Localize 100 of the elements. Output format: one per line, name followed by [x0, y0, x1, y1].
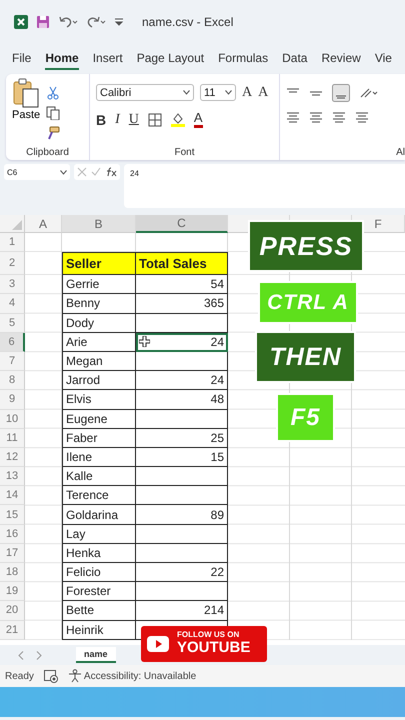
row-header[interactable]: 12 [0, 448, 25, 468]
row-header[interactable]: 2 [0, 252, 25, 276]
table-cell[interactable] [136, 486, 228, 506]
row-header[interactable]: 1 [0, 233, 25, 252]
ribbon-tab[interactable]: Formulas [218, 48, 268, 70]
table-cell: Bette [62, 601, 136, 621]
table-cell[interactable] [136, 314, 228, 333]
table-cell: Megan [62, 352, 136, 372]
cursor-icon [139, 336, 150, 348]
column-header[interactable]: F [366, 215, 405, 233]
table-cell: Arie [62, 332, 136, 352]
table-cell: Kalle [62, 467, 136, 486]
table-cell: Felicio [62, 563, 136, 582]
format-painter-icon[interactable] [46, 126, 60, 140]
badge-text: YOUTUBE [177, 640, 250, 657]
name-box[interactable]: C6 [4, 164, 70, 180]
table-cell[interactable]: 89 [136, 505, 228, 525]
row-header[interactable]: 5 [0, 314, 25, 333]
row-header[interactable]: 8 [0, 371, 25, 390]
table-cell[interactable]: 214 [136, 601, 228, 621]
table-cell: Eugene [62, 410, 136, 429]
font-size-dropdown[interactable]: 11 [200, 84, 236, 101]
column-header[interactable]: C [136, 215, 228, 233]
row-header[interactable]: 9 [0, 390, 25, 410]
row-header[interactable]: 3 [0, 275, 25, 294]
ribbon-tab[interactable]: Home [45, 48, 79, 70]
cut-icon[interactable] [46, 86, 60, 100]
italic-button[interactable]: I [115, 112, 120, 128]
row-header[interactable]: 19 [0, 582, 25, 602]
excel-logo-icon [14, 15, 28, 29]
paste-button[interactable]: Paste [12, 78, 40, 147]
table-cell[interactable]: 22 [136, 563, 228, 582]
table-cell[interactable]: 15 [136, 448, 228, 468]
ribbon-tab[interactable]: Vie [374, 48, 392, 70]
table-cell[interactable] [136, 582, 228, 602]
table-cell[interactable]: 24 [136, 332, 228, 352]
copy-icon[interactable] [46, 106, 60, 120]
row-header[interactable]: 10 [0, 410, 25, 429]
borders-icon[interactable] [148, 112, 162, 126]
row-header[interactable]: 15 [0, 505, 25, 525]
table-cell[interactable] [136, 352, 228, 372]
bottom-align-icon[interactable] [332, 84, 350, 102]
row-header[interactable]: 4 [0, 294, 25, 314]
column-header[interactable]: B [62, 215, 136, 233]
table-cell: Total Sales [136, 252, 228, 276]
sheet-tab[interactable]: name [76, 647, 116, 663]
table-cell[interactable] [136, 524, 228, 544]
center-icon[interactable] [309, 112, 323, 124]
underline-button[interactable]: U [128, 112, 139, 128]
customize-menu-icon[interactable] [114, 17, 124, 27]
caption-label: CTRL A [258, 281, 358, 324]
table-cell[interactable] [136, 410, 228, 429]
row-header[interactable]: 13 [0, 467, 25, 486]
table-cell: Heinrik [62, 620, 136, 640]
table-cell: Jarrod [62, 371, 136, 390]
decrease-indent-icon[interactable] [355, 112, 369, 124]
row-header[interactable]: 18 [0, 563, 25, 582]
ribbon-tab[interactable]: Insert [92, 48, 123, 70]
redo-icon[interactable] [86, 15, 106, 29]
row-header[interactable]: 20 [0, 601, 25, 621]
caption-label: F5 [276, 393, 335, 442]
table-cell[interactable]: 365 [136, 294, 228, 314]
row-header[interactable]: 17 [0, 544, 25, 563]
macro-recorder-icon[interactable] [44, 670, 58, 682]
font-name-dropdown[interactable]: Calibri [96, 84, 194, 101]
paste-icon [13, 78, 40, 108]
table-cell[interactable]: 48 [136, 390, 228, 410]
table-cell: Ilene [62, 448, 136, 468]
orientation-icon[interactable] [359, 87, 379, 99]
ribbon-tab[interactable]: Page Layout [136, 48, 204, 70]
formula-field[interactable]: 24 [124, 164, 405, 208]
grow-font-button[interactable]: A [242, 84, 252, 100]
row-header[interactable]: 21 [0, 620, 25, 640]
row-header[interactable]: 16 [0, 524, 25, 544]
group-label: Al [395, 147, 405, 158]
insert-function-icon[interactable] [105, 167, 117, 177]
accessibility-icon[interactable] [68, 669, 82, 683]
ribbon-tab[interactable]: Review [321, 48, 361, 70]
save-icon[interactable] [36, 15, 50, 29]
window-title: name.csv - Excel [142, 15, 234, 29]
table-cell[interactable]: 25 [136, 428, 228, 448]
table-cell[interactable]: 24 [136, 371, 228, 390]
follow-us-toast[interactable]: FOLLOW US ON YOUTUBE [141, 626, 267, 662]
undo-icon[interactable] [58, 15, 78, 29]
table-cell[interactable] [136, 467, 228, 486]
ribbon-tab[interactable]: File [12, 48, 32, 70]
align-left-icon[interactable] [286, 112, 300, 124]
table-cell: Terence [62, 486, 136, 506]
ribbon-tab[interactable]: Data [282, 48, 308, 70]
align-right-icon[interactable] [332, 112, 346, 124]
row-header[interactable]: 14 [0, 486, 25, 506]
status-text[interactable]: Accessibility: Unavailable [84, 670, 196, 682]
table-cell[interactable] [136, 544, 228, 563]
row-header[interactable]: 7 [0, 352, 25, 372]
shrink-font-button[interactable]: A [258, 84, 268, 100]
table-cell[interactable]: 54 [136, 275, 228, 294]
font-color-button[interactable]: A [194, 111, 203, 128]
row-header[interactable]: 11 [0, 428, 25, 448]
fill-color-icon[interactable] [170, 112, 185, 127]
bold-button[interactable]: B [96, 112, 106, 128]
